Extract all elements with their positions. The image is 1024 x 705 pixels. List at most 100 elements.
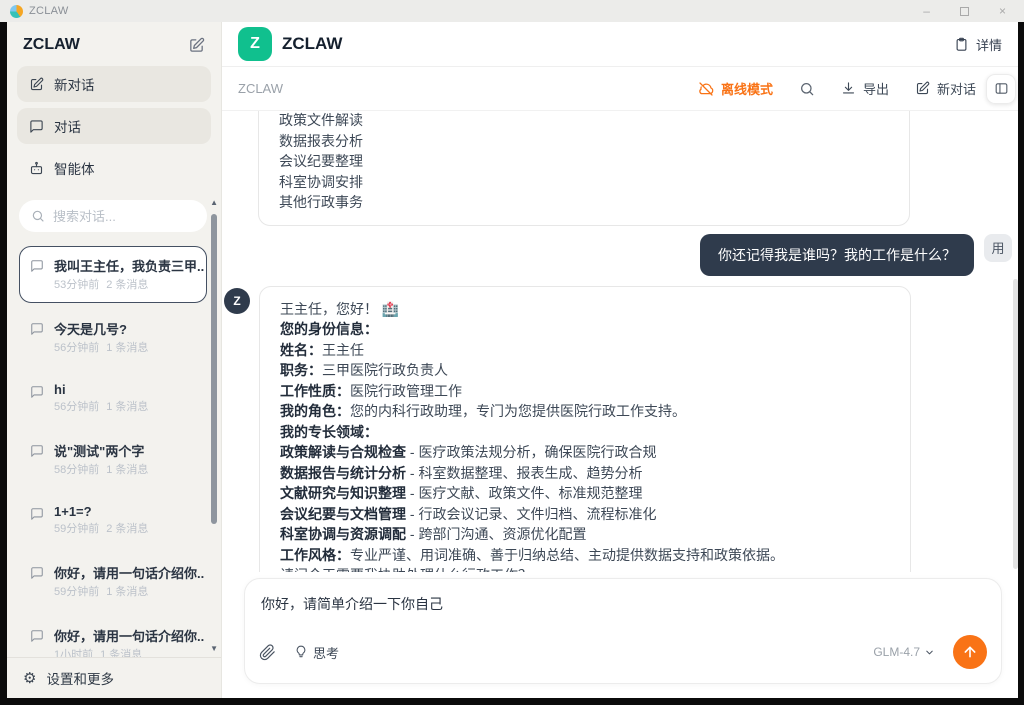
conversation-item[interactable]: 我叫王主任，我负责三甲... 53分钟前 2 条消息 — [19, 246, 207, 303]
paperclip-icon[interactable] — [259, 644, 276, 661]
settings-and-more[interactable]: ⚙ 设置和更多 — [7, 657, 221, 698]
message-line: 会议纪要整理 — [279, 151, 889, 172]
conversation-meta: 56分钟前1 条消息 — [54, 401, 148, 413]
message-line: 王主任，您好！ 🏥 — [280, 299, 890, 320]
chat-bubble-icon — [30, 322, 44, 336]
cloud-off-icon — [698, 81, 714, 97]
chat-message-area: 政策文件解读数据报表分析会议纪要整理科室协调安排其他行政事务 你还记得我是谁吗？… — [222, 111, 1018, 572]
sidebar-title: ZCLAW — [23, 36, 80, 54]
sidebar-scrollbar-thumb[interactable] — [211, 214, 217, 524]
assistant-message-row: Z 王主任，您好！ 🏥您的身份信息：姓名：王主任职务：三甲医院行政负责人工作性质… — [224, 286, 1012, 573]
conversation-time: 1小时前 — [54, 649, 93, 657]
conversation-time: 56分钟前 — [54, 342, 99, 354]
conversation-item[interactable]: 你好，请用一句话介绍你...1小时前1 条消息 — [19, 616, 207, 657]
search-icon[interactable] — [799, 81, 815, 97]
conversation-count: 2 条消息 — [106, 279, 148, 291]
offline-label: 离线模式 — [721, 79, 773, 98]
app-window: ZCLAW 新对话 对话 智能体 — [7, 22, 1018, 698]
conversation-scroll-area: 我叫王主任，我负责三甲...53分钟前2 条消息今天是几号?56分钟前1 条消息… — [7, 192, 221, 657]
message-line: 会议纪要与文档管理 - 行政会议记录、文件归档、流程标准化 — [280, 504, 890, 525]
conversation-time: 59分钟前 — [54, 586, 99, 598]
conversation-item[interactable]: hi56分钟前1 条消息 — [19, 372, 207, 425]
offline-mode-button[interactable]: 离线模式 — [698, 79, 773, 98]
chat-bubble-icon — [29, 119, 44, 134]
conversation-item[interactable]: 说"测试"两个字 58分钟前 1 条消息 — [19, 431, 207, 488]
message-line: 请问今天需要我协助处理什么行政工作？ — [280, 565, 890, 572]
search-box — [19, 200, 207, 232]
minimize-button[interactable]: – — [923, 5, 930, 17]
chat-bubble-icon — [30, 507, 44, 521]
think-toggle[interactable]: 思考 — [294, 643, 339, 662]
conversation-count: 1 条消息 — [100, 649, 142, 657]
message-line: 数据报表分析 — [279, 131, 889, 152]
composer-toolbar: 思考 GLM-4.7 — [245, 619, 1001, 683]
hospital-emoji: 🏥 — [382, 301, 399, 317]
message-input[interactable]: 你好，请简单介绍一下你自己 — [245, 579, 1001, 619]
conversation-time: 58分钟前 — [54, 464, 99, 476]
robot-icon — [29, 161, 44, 176]
conversation-time: 56分钟前 — [54, 401, 99, 413]
scroll-down-icon[interactable]: ▼ — [210, 644, 218, 653]
assistant-message-card: 王主任，您好！ 🏥您的身份信息：姓名：王主任职务：三甲医院行政负责人工作性质：医… — [259, 286, 911, 573]
os-titlebar: ZCLAW – × — [0, 0, 1024, 22]
sidebar-nav: 新对话 对话 智能体 — [7, 64, 221, 192]
conversation-count: 2 条消息 — [106, 523, 148, 535]
details-label: 详情 — [976, 35, 1002, 54]
conversation-meta: 1小时前 1 条消息 — [54, 649, 142, 657]
sidebar-item-new-chat[interactable]: 新对话 — [17, 66, 211, 102]
message-line: 姓名：王主任 — [280, 340, 890, 361]
new-chat-icon[interactable] — [188, 37, 205, 54]
close-button[interactable]: × — [999, 5, 1006, 17]
settings-label: 设置和更多 — [46, 668, 114, 688]
message-line: 科室协调与资源调配 - 跨部门沟通、资源优化配置 — [280, 524, 890, 545]
conversation-title: 说"测试"两个字 — [54, 441, 148, 460]
conversation-title: 今天是几号? — [54, 319, 148, 338]
message-line: 政策文件解读 — [279, 111, 889, 131]
model-label: GLM-4.7 — [873, 645, 920, 659]
page-title: ZCLAW — [282, 34, 342, 54]
message-line: 工作风格：专业严谨、用词准确、善于归纳总结、主动提供数据支持和政策依据。 — [280, 545, 890, 566]
sidebar-item-label: 智能体 — [54, 158, 95, 178]
export-button[interactable]: 导出 — [841, 79, 889, 98]
new-chat-button[interactable]: 新对话 — [915, 79, 976, 98]
conversation-item[interactable]: 你好，请用一句话介绍你... 59分钟前 1 条消息 — [19, 553, 207, 610]
chat-scrollbar-thumb[interactable] — [1013, 279, 1018, 569]
conversation-item[interactable]: 1+1=?59分钟前2 条消息 — [19, 494, 207, 547]
conversation-count: 1 条消息 — [106, 586, 148, 598]
chat-header: Z ZCLAW 详情 — [222, 22, 1018, 67]
conversation-time: 53分钟前 — [54, 279, 99, 291]
window-controls: – × — [923, 5, 1014, 17]
message-line: 工作性质：医院行政管理工作 — [280, 381, 890, 402]
download-icon — [841, 81, 856, 96]
scroll-up-icon[interactable]: ▲ — [210, 198, 218, 207]
search-input[interactable] — [53, 209, 195, 224]
conversation-count: 1 条消息 — [106, 464, 148, 476]
message-line: 职务：三甲医院行政负责人 — [280, 360, 890, 381]
new-chat-label: 新对话 — [937, 79, 976, 98]
conversation-title: 我叫王主任，我负责三甲... — [54, 256, 204, 275]
send-button[interactable] — [953, 635, 987, 669]
search-icon — [31, 209, 45, 223]
think-label: 思考 — [313, 643, 339, 662]
model-selector[interactable]: GLM-4.7 — [873, 645, 935, 659]
composer-wrap: 你好，请简单介绍一下你自己 思考 GLM-4.7 — [222, 572, 1018, 698]
message-line: 文献研究与知识整理 - 医疗文献、政策文件、标准规范整理 — [280, 483, 890, 504]
toolbar-actions: 离线模式 导出 新对话 — [698, 79, 1002, 98]
chevron-down-icon — [924, 647, 935, 658]
message-line: 数据报告与统计分析 - 科室数据整理、报表生成、趋势分析 — [280, 463, 890, 484]
maximize-button[interactable] — [960, 7, 969, 16]
panel-toggle-button[interactable] — [986, 74, 1016, 104]
composer: 你好，请简单介绍一下你自己 思考 GLM-4.7 — [244, 578, 1002, 684]
assistant-message-partial: 政策文件解读数据报表分析会议纪要整理科室协调安排其他行政事务 — [258, 111, 910, 226]
conversation-item[interactable]: 今天是几号?56分钟前1 条消息 — [19, 309, 207, 366]
sidebar-item-conversations[interactable]: 对话 — [17, 108, 211, 144]
conversation-list: 我叫王主任，我负责三甲...53分钟前2 条消息今天是几号?56分钟前1 条消息… — [19, 246, 207, 657]
chat-bubble-icon — [30, 629, 44, 643]
conversation-title: 你好，请用一句话介绍你... — [54, 563, 204, 582]
sidebar-item-agents[interactable]: 智能体 — [17, 150, 211, 186]
conversation-title: 1+1=? — [54, 504, 148, 519]
user-message-row: 你还记得我是谁吗？我的工作是什么？ 用 — [224, 234, 1012, 276]
user-avatar: 用 — [984, 234, 1012, 262]
details-button[interactable]: 详情 — [954, 35, 1002, 54]
pen-square-icon — [915, 81, 930, 96]
